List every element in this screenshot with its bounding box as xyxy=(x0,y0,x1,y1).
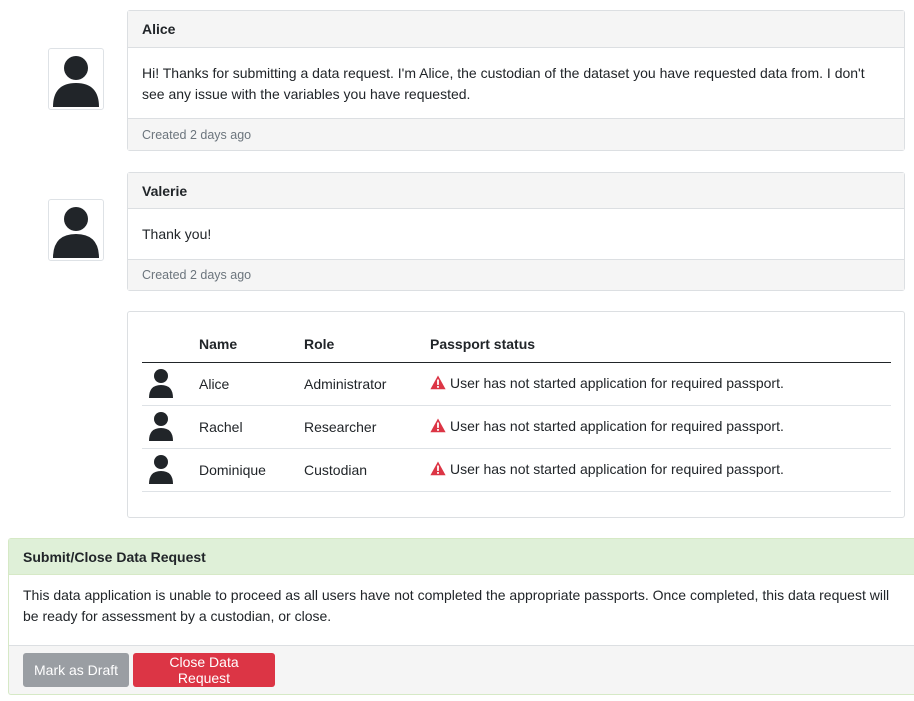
user-avatar-icon xyxy=(53,56,99,107)
column-header-name: Name xyxy=(199,326,304,363)
table-row: Dominique Custodian User has not started… xyxy=(142,448,891,492)
users-table: Name Role Passport status Alice Administ… xyxy=(142,326,891,492)
user-name: Dominique xyxy=(199,448,304,492)
user-icon-cell xyxy=(142,448,199,492)
user-role: Custodian xyxy=(304,448,430,492)
avatar xyxy=(48,199,104,261)
users-passport-card: Name Role Passport status Alice Administ… xyxy=(127,311,905,518)
passport-status: User has not started application for req… xyxy=(430,405,891,449)
user-role: Administrator xyxy=(304,362,430,406)
message-author: Alice xyxy=(128,11,904,48)
user-icon xyxy=(149,411,173,441)
user-icon xyxy=(149,454,173,484)
table-header-row: Name Role Passport status xyxy=(142,326,891,363)
user-avatar-icon xyxy=(53,207,99,258)
passport-status: User has not started application for req… xyxy=(430,362,891,406)
user-name: Alice xyxy=(199,362,304,406)
close-data-request-button[interactable]: Close Data Request xyxy=(133,653,275,687)
panel-body: This data application is unable to proce… xyxy=(9,575,914,646)
user-icon-cell xyxy=(142,362,199,406)
message-body: Thank you! xyxy=(142,225,212,242)
table-row: Rachel Researcher User has not started a… xyxy=(142,405,891,449)
warning-triangle-icon xyxy=(430,461,446,476)
mark-as-draft-button[interactable]: Mark as Draft xyxy=(23,653,129,687)
passport-status-text: User has not started application for req… xyxy=(450,460,784,477)
message-author: Valerie xyxy=(128,173,904,209)
panel-title: Submit/Close Data Request xyxy=(9,539,914,575)
message-card-alice: Alice Hi! Thanks for submitting a data r… xyxy=(127,10,905,151)
user-icon xyxy=(149,368,173,398)
table-row: Alice Administrator User has not started… xyxy=(142,362,891,406)
warning-triangle-icon xyxy=(430,375,446,390)
column-header-passport-status: Passport status xyxy=(430,326,891,363)
column-header-role: Role xyxy=(304,326,430,363)
message-timestamp: Created 2 days ago xyxy=(128,118,904,150)
message-timestamp: Created 2 days ago xyxy=(128,259,904,290)
passport-status-text: User has not started application for req… xyxy=(450,417,784,434)
user-name: Rachel xyxy=(199,405,304,449)
passport-status: User has not started application for req… xyxy=(430,448,891,492)
warning-triangle-icon xyxy=(430,418,446,433)
user-role: Researcher xyxy=(304,405,430,449)
avatar xyxy=(48,48,104,110)
user-icon-cell xyxy=(142,405,199,449)
avatar-column-header xyxy=(142,326,199,363)
passport-status-text: User has not started application for req… xyxy=(450,374,784,391)
message-body: Hi! Thanks for submitting a data request… xyxy=(142,65,865,102)
message-card-valerie: Valerie Thank you! Created 2 days ago xyxy=(127,172,905,291)
